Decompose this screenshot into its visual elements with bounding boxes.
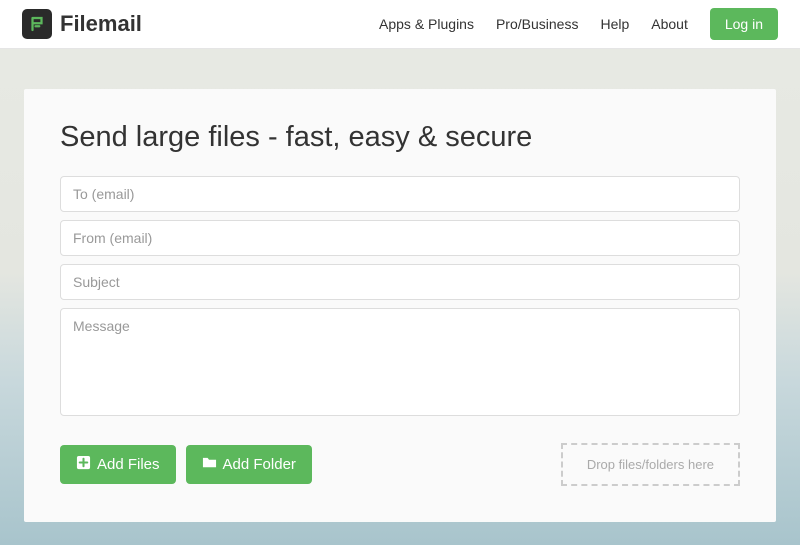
- logo-icon: [22, 9, 52, 39]
- add-files-label: Add Files: [97, 456, 160, 473]
- buttons-left: Add Files Add Folder: [60, 445, 312, 484]
- page-title: Send large files - fast, easy & secure: [60, 121, 740, 154]
- nav-pro-business[interactable]: Pro/Business: [496, 16, 578, 32]
- to-email-field[interactable]: [60, 176, 740, 212]
- actions-row: Add Files Add Folder Drop files/folders …: [60, 443, 740, 486]
- nav-about[interactable]: About: [651, 16, 688, 32]
- folder-icon: [202, 455, 217, 474]
- nav-help[interactable]: Help: [600, 16, 629, 32]
- header: Filemail Apps & Plugins Pro/Business Hel…: [0, 0, 800, 49]
- login-button[interactable]: Log in: [710, 8, 778, 40]
- nav-apps-plugins[interactable]: Apps & Plugins: [379, 16, 474, 32]
- logo[interactable]: Filemail: [22, 9, 142, 39]
- add-folder-button[interactable]: Add Folder: [186, 445, 312, 484]
- subject-field[interactable]: [60, 264, 740, 300]
- add-folder-label: Add Folder: [223, 456, 296, 473]
- drop-zone[interactable]: Drop files/folders here: [561, 443, 740, 486]
- logo-text: Filemail: [60, 11, 142, 37]
- add-files-button[interactable]: Add Files: [60, 445, 176, 484]
- nav: Apps & Plugins Pro/Business Help About L…: [379, 8, 778, 40]
- main-card: Send large files - fast, easy & secure A…: [24, 89, 776, 522]
- message-field[interactable]: [60, 308, 740, 416]
- plus-square-icon: [76, 455, 91, 474]
- from-email-field[interactable]: [60, 220, 740, 256]
